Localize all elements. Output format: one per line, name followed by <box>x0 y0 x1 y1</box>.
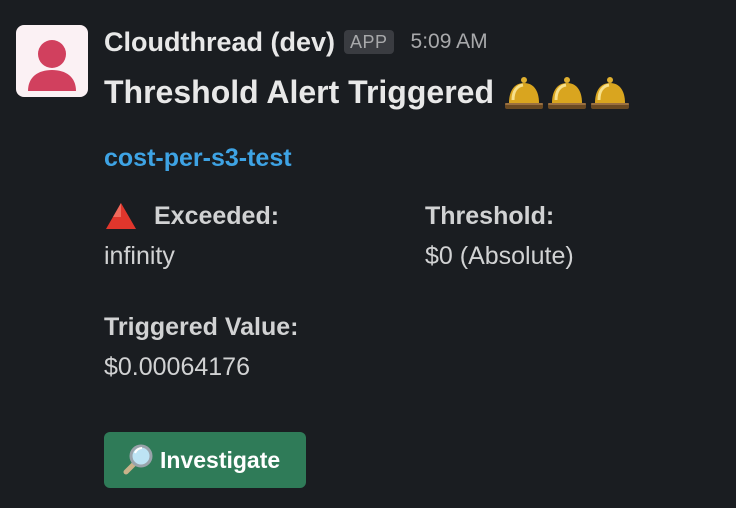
sender-name[interactable]: Cloudthread (dev) <box>104 27 335 58</box>
alert-fields: Exceeded: infinity Threshold: $0 (Absolu… <box>104 199 720 409</box>
investigate-button[interactable]: Investigate <box>104 432 306 488</box>
threshold-label: Threshold: <box>425 201 555 230</box>
field-threshold: Threshold: $0 (Absolute) <box>425 199 574 271</box>
exceeded-value: infinity <box>104 242 175 270</box>
field-exceeded: Exceeded: infinity <box>104 199 279 271</box>
exceeded-label: Exceeded: <box>154 201 280 230</box>
timestamp[interactable]: 5:09 AM <box>411 30 488 54</box>
field-triggered-value: Triggered Value: $0.00064176 <box>104 310 299 382</box>
magnifying-glass-icon <box>123 444 153 475</box>
app-badge: APP <box>344 30 394 54</box>
field-label-exceeded: Exceeded: <box>104 199 279 233</box>
red-triangle-up-icon <box>106 203 136 229</box>
alert-title-line: Threshold Alert Triggered <box>104 70 720 114</box>
avatar[interactable] <box>16 25 88 97</box>
threshold-value: $0 (Absolute) <box>425 242 574 270</box>
bell-icon <box>504 77 543 109</box>
message-content: Cloudthread (dev) APP 5:09 AM Threshold … <box>104 22 720 409</box>
investigate-button-label: Investigate <box>160 446 281 473</box>
message-header: Cloudthread (dev) APP 5:09 AM <box>104 22 720 62</box>
bell-icon <box>547 77 586 109</box>
triggered-label: Triggered Value: <box>104 312 299 341</box>
slack-message: Cloudthread (dev) APP 5:09 AM Threshold … <box>0 0 736 508</box>
user-avatar-icon <box>28 40 76 91</box>
triggered-value: $0.00064176 <box>104 353 250 381</box>
alert-title: Threshold Alert Triggered <box>104 73 494 110</box>
bell-emoji-group <box>502 70 631 114</box>
metric-link[interactable]: cost-per-s3-test <box>104 144 292 173</box>
bell-icon <box>590 77 629 109</box>
